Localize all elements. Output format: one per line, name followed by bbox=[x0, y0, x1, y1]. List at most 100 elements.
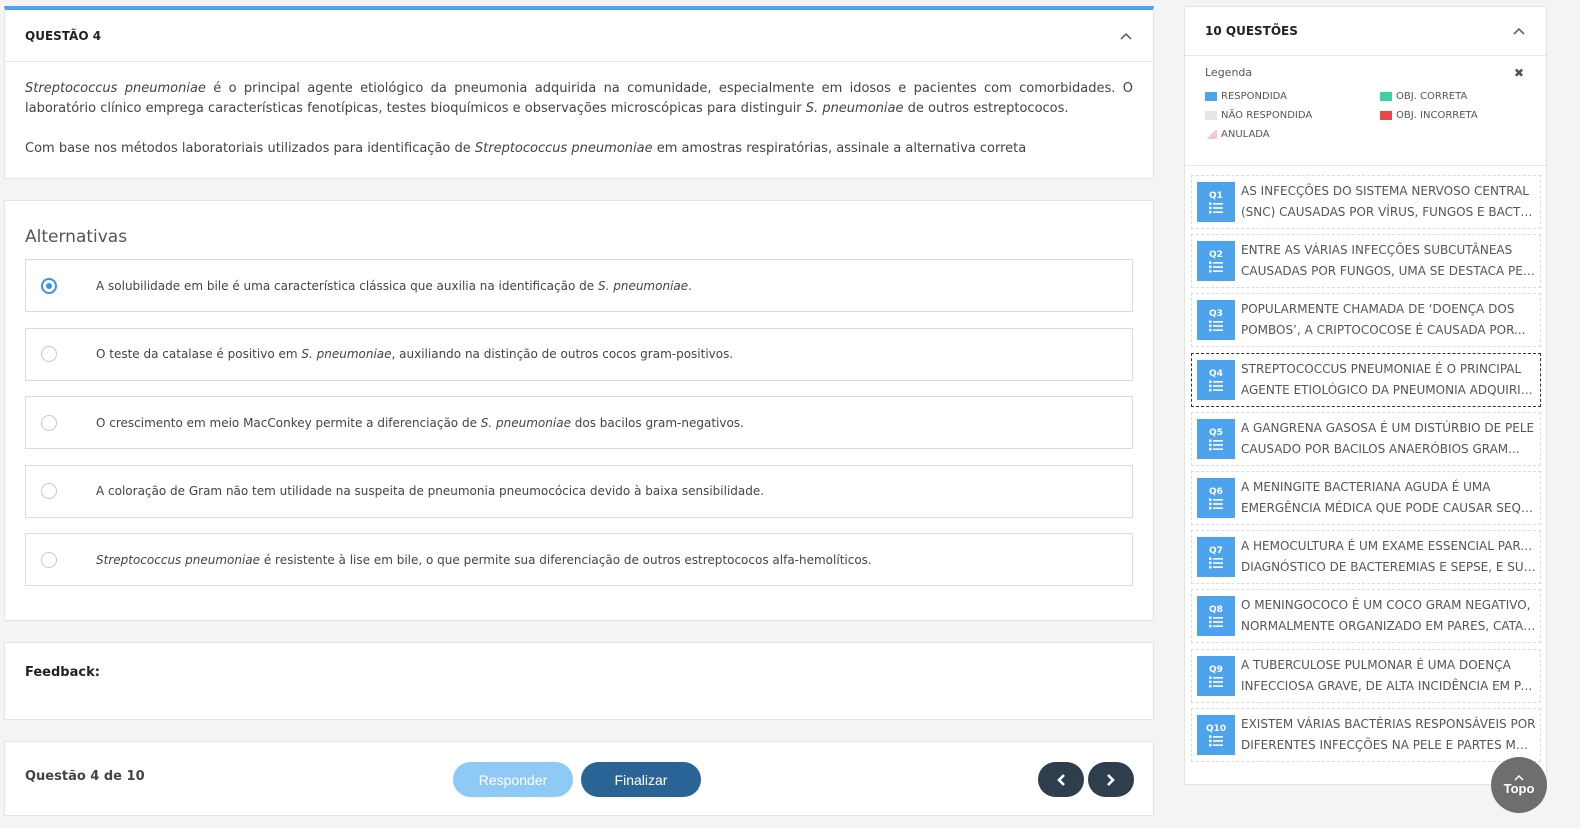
legend-label: NÃO RESPONDIDA bbox=[1221, 110, 1313, 121]
italic-text: S. pneumoniae bbox=[597, 278, 689, 293]
question-summary-line: EMERGÊNCIA MÉDICA QUE PODE CAUSAR SEQUEL… bbox=[1241, 501, 1537, 515]
italic-text: Streptococcus pneumoniae bbox=[25, 81, 206, 96]
feedback-label: Feedback: bbox=[25, 665, 100, 680]
alternative-option[interactable]: O teste da catalase é positivo em S. pne… bbox=[25, 327, 1133, 381]
finalizar-button[interactable]: Finalizar bbox=[581, 762, 701, 797]
question-list-item-q2[interactable]: Q2 ENTRE AS VÁRIAS INFECÇÕES SUBCUTÂNEAS C… bbox=[1191, 234, 1541, 289]
feedback-card: Feedback: bbox=[4, 642, 1154, 720]
list-icon bbox=[1209, 498, 1223, 510]
question-header[interactable]: QUESTÃO 4 bbox=[5, 10, 1153, 62]
question-summary: AS INFECÇÕES DO SISTEMA NERVOSO CENTRAL (… bbox=[1241, 181, 1537, 223]
legend-item: NÃO RESPONDIDA bbox=[1205, 110, 1380, 121]
list-icon bbox=[1209, 676, 1223, 687]
question-summary-line: A TUBERCULOSE PULMONAR É UMA DOENÇA bbox=[1241, 657, 1511, 672]
question-summary-line: NORMALMENTE ORGANIZADO EM PARES, CATALAS… bbox=[1241, 619, 1537, 634]
legend-label: RESPONDIDA bbox=[1221, 91, 1288, 102]
question-number: Q2 bbox=[1209, 250, 1223, 261]
alternative-option[interactable]: A solubilidade em bile é uma característ… bbox=[25, 259, 1133, 312]
next-question-button[interactable] bbox=[1088, 762, 1134, 797]
question-badge: Q1 bbox=[1197, 182, 1235, 222]
radio-unselected[interactable] bbox=[41, 414, 57, 431]
text-run: A solubilidade em bile é uma característ… bbox=[96, 278, 598, 293]
close-icon[interactable]: ✖ bbox=[1514, 66, 1524, 80]
alternative-text: A coloração de Gram não tem utilidade na… bbox=[96, 484, 764, 498]
radio-unselected[interactable] bbox=[41, 483, 57, 499]
question-list-item-q1[interactable]: Q1 AS INFECÇÕES DO SISTEMA NERVOSO CENTRA… bbox=[1191, 175, 1541, 229]
question-number: Q6 bbox=[1209, 487, 1223, 497]
question-badge: Q6 bbox=[1197, 478, 1235, 518]
question-list-item-q9[interactable]: Q9 A TUBERCULOSE PULMONAR É UMA DOENÇA INF… bbox=[1191, 648, 1541, 703]
question-number: Q5 bbox=[1209, 427, 1223, 438]
chevron-up-icon[interactable] bbox=[1512, 24, 1526, 38]
list-icon bbox=[1209, 735, 1223, 747]
alternative-option[interactable]: A coloração de Gram não tem utilidade na… bbox=[25, 464, 1133, 518]
question-summary: O MENINGOCOCO É UM COCO GRAM NEGATIVO, NO… bbox=[1241, 595, 1537, 637]
radio-unselected[interactable] bbox=[41, 346, 57, 362]
question-badge: Q4 bbox=[1197, 359, 1235, 400]
questions-sidebar: 10 QUESTÕES Legenda ✖ RESPONDIDA OBJ. COR… bbox=[1184, 6, 1547, 785]
question-list-item-q3[interactable]: Q3 POPULARMENTE CHAMADA DE ‘DOENÇA DOS POM… bbox=[1191, 293, 1541, 348]
text-run: . bbox=[688, 278, 692, 293]
legend-swatch bbox=[1380, 111, 1392, 120]
alternative-text: Streptococcus pneumoniae é resistente à … bbox=[96, 553, 872, 567]
radio-unselected[interactable] bbox=[41, 551, 57, 568]
question-summary: A MENINGITE BACTERIANA AGUDA É UMA EMERGÊ… bbox=[1241, 477, 1537, 519]
chevron-up-icon[interactable] bbox=[1119, 29, 1133, 43]
legend-item: RESPONDIDA bbox=[1205, 91, 1380, 102]
legend: Legenda ✖ RESPONDIDA OBJ. CORRETA NÃO RESP… bbox=[1185, 56, 1546, 166]
text-run: de outros estreptococos. bbox=[903, 101, 1069, 116]
question-summary: POPULARMENTE CHAMADA DE ‘DOENÇA DOS POMBO… bbox=[1241, 299, 1537, 341]
question-summary-line: A GANGRENA GASOSA É UM DISTÚRBIO DE PELE bbox=[1241, 420, 1535, 435]
question-summary-line: AS INFECÇÕES DO SISTEMA NERVOSO CENTRAL bbox=[1241, 184, 1529, 198]
text-run: é resistente à lise em bile, o que permi… bbox=[260, 552, 872, 567]
question-summary-line: AGENTE ETIOLÓGICO DA PNEUMONIA ADQUIRIDA… bbox=[1241, 382, 1537, 397]
question-list-item-q4[interactable]: Q4 STREPTOCOCCUS PNEUMONIAE É O PRINCIPAL… bbox=[1191, 352, 1541, 407]
question-summary-line: POPULARMENTE CHAMADA DE ‘DOENÇA DOS bbox=[1241, 302, 1515, 317]
chevron-left-icon bbox=[1057, 773, 1065, 786]
italic-text: S. pneumoniae bbox=[480, 415, 571, 430]
sidebar-title: 10 QUESTÕES bbox=[1205, 24, 1298, 38]
legend-label: ANULADA bbox=[1221, 129, 1270, 140]
italic-text: Streptococcus pneumoniae bbox=[474, 141, 653, 156]
text-run: dos bacilos gram-negativos. bbox=[570, 415, 744, 430]
question-summary-line: CAUSADO POR BACILOS ANAERÓBIOS GRAM... bbox=[1241, 441, 1520, 456]
legend-swatch bbox=[1205, 92, 1217, 101]
question-summary-line: DIAGNÓSTICO DE BACTEREMIAS E SEPSE, E SU… bbox=[1241, 560, 1537, 575]
alternative-text: O crescimento em meio MacConkey permite … bbox=[96, 416, 744, 430]
alternative-text: O teste da catalase é positivo em S. pne… bbox=[96, 347, 733, 361]
radio-selected[interactable] bbox=[41, 277, 57, 294]
question-number: Q7 bbox=[1209, 546, 1223, 557]
question-badge: Q3 bbox=[1197, 300, 1235, 341]
chevron-up-icon bbox=[1514, 774, 1524, 781]
question-paragraph: Com base nos métodos laboratoriais utili… bbox=[25, 139, 1133, 159]
question-badge: Q8 bbox=[1197, 596, 1235, 637]
italic-text: Streptococcus pneumoniae bbox=[96, 552, 261, 567]
alternative-option[interactable]: O crescimento em meio MacConkey permite … bbox=[25, 396, 1133, 449]
question-list-item-q5[interactable]: Q5 A GANGRENA GASOSA É UM DISTÚRBIO DE PE… bbox=[1191, 411, 1541, 466]
question-nav-bar: Questão 4 de 10 Responder Finalizar bbox=[4, 741, 1154, 816]
list-icon bbox=[1209, 380, 1223, 391]
sidebar-header[interactable]: 10 QUESTÕES bbox=[1185, 7, 1546, 56]
question-summary-line: POMBOS’, A CRIPTOCOCOSE É CAUSADA POR... bbox=[1241, 323, 1526, 338]
legend-label: OBJ. CORRETA bbox=[1396, 91, 1468, 102]
list-icon bbox=[1209, 261, 1223, 273]
question-badge: Q9 bbox=[1197, 655, 1235, 696]
question-list-item-q10[interactable]: Q10 EXISTEM VÁRIAS BACTÉRIAS RESPONSÁVEIS… bbox=[1191, 707, 1541, 762]
previous-question-button[interactable] bbox=[1038, 762, 1084, 797]
question-summary-line: O MENINGOCOCO É UM COCO GRAM NEGATIVO, bbox=[1241, 598, 1531, 613]
responder-button[interactable]: Responder bbox=[453, 762, 573, 797]
question-number: Q8 bbox=[1209, 605, 1223, 616]
question-list-item-q8[interactable]: Q8 O MENINGOCOCO É UM COCO GRAM NEGATIVO,… bbox=[1191, 589, 1541, 644]
question-list-item-q7[interactable]: Q7 A HEMOCULTURA É UM EXAME ESSENCIAL PAR… bbox=[1191, 530, 1541, 585]
back-to-top-button[interactable]: Topo bbox=[1491, 757, 1547, 813]
alternative-option[interactable]: Streptococcus pneumoniae é resistente à … bbox=[25, 533, 1133, 586]
question-list-item-q6[interactable]: Q6 A MENINGITE BACTERIANA AGUDA É UMA EMER… bbox=[1191, 471, 1541, 525]
italic-text: S. pneumoniae bbox=[805, 101, 904, 116]
question-number: Q9 bbox=[1209, 664, 1223, 675]
question-summary-line: ENTRE AS VÁRIAS INFECÇÕES SUBCUTÂNEAS bbox=[1241, 243, 1513, 258]
legend-swatch bbox=[1205, 130, 1217, 139]
chevron-right-icon bbox=[1107, 773, 1115, 786]
question-summary-line: INFECCIOSA GRAVE, DE ALTA INCIDÊNCIA EM … bbox=[1241, 678, 1537, 693]
text-run: em amostras respiratórias, assinale a al… bbox=[652, 141, 1027, 156]
legend-title: Legenda bbox=[1205, 66, 1253, 79]
